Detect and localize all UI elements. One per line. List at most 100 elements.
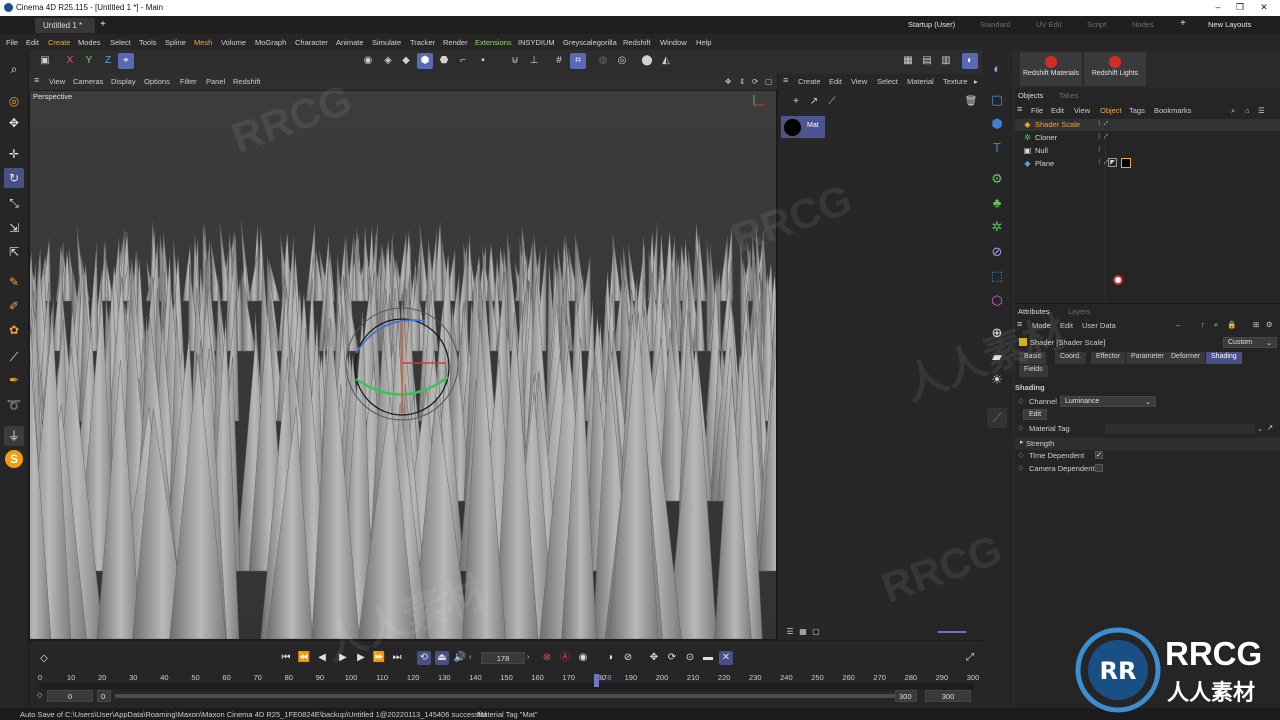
render-region-icon[interactable]: ◍ [595,53,611,69]
model-mode-icon[interactable]: ⬢ [417,53,433,69]
range-end-field[interactable]: 300 [895,690,917,702]
vp-rotate-icon[interactable]: ⟳ [752,77,758,86]
mat-menu-view[interactable]: View [851,77,867,86]
cube-icon[interactable]: ⬢ [987,114,1007,134]
range-start-diamond-icon[interactable]: ◇ [37,691,42,699]
autokey-icon[interactable]: Ⓐ [558,651,572,665]
layout-startup[interactable]: Startup (User) [908,20,955,29]
chevron-down-icon[interactable]: ⌄ [1257,424,1263,433]
text-icon[interactable]: T [987,138,1007,158]
channel-dropdown[interactable]: Luminance ⌄ [1060,396,1156,407]
redshift-rv-icon[interactable]: ◐ [962,53,978,69]
menu-modes[interactable]: Modes [78,38,101,47]
mat-menu-select[interactable]: Select [877,77,898,86]
menu-help[interactable]: Help [696,38,711,47]
workplane-icon[interactable]: ⊥ [526,53,542,69]
floor-icon[interactable]: ⏚ [4,426,24,446]
subtab-deformer[interactable]: Deformer [1166,352,1206,364]
range-start-field-2[interactable]: 0 [97,690,111,702]
spline-icon[interactable]: ▢ [987,90,1007,110]
layout-uv-edit[interactable]: UV Edit [1036,20,1061,29]
environment-icon[interactable]: ⊕ [987,323,1007,343]
y-axis-lock-button[interactable]: Y [81,53,97,69]
mat-menu-create[interactable]: Create [798,77,821,86]
tab-takes[interactable]: Takes [1059,91,1079,100]
x-axis-lock-button[interactable]: X [62,53,78,69]
attr-hamburger-icon[interactable]: ≡ [1017,319,1022,329]
greyscalegorilla-icon[interactable]: S [4,449,24,469]
next-frame-icon[interactable]: ▶ [354,651,368,665]
attr-menu-user-data[interactable]: User Data [1082,321,1116,330]
attr-menu-edit[interactable]: Edit [1060,321,1073,330]
sound-icon[interactable]: 🔊 [453,651,467,665]
playback-range-icon[interactable]: ⏏ [435,651,449,665]
eyedropper-icon[interactable]: ⟋ [824,94,840,110]
polygons-mode-icon[interactable]: ◆ [398,53,414,69]
om-hamburger-icon[interactable]: ≡ [1017,104,1022,114]
om-search-icon[interactable]: ⌕ [1231,106,1235,116]
keyframe-selection-icon[interactable]: ◉ [576,651,590,665]
render-all-icon[interactable]: ▥ [938,53,954,69]
cloth-icon[interactable]: ✿ [4,320,24,340]
menu-window[interactable]: Window [660,38,687,47]
cloner-icon[interactable]: ♣ [987,193,1007,213]
tab-untitled-1[interactable]: Untitled 1 * [35,18,95,33]
previous-frame-icon[interactable]: ◀ [315,651,329,665]
scale-icon[interactable]: ⤡ [4,193,24,213]
points-mode-icon[interactable]: ◉ [360,53,376,69]
record-icon[interactable]: ⊗ [540,651,554,665]
mograph-icon[interactable]: ⬡ [987,291,1007,311]
visibility-dots-icon[interactable]: ⁝ ✓ [1098,119,1109,128]
subtab-parameter[interactable]: Parameter [1126,352,1169,364]
next-key-icon[interactable]: ⏩ [372,651,386,665]
edges-mode-icon[interactable]: ◈ [380,53,396,69]
redshift-camera-icon[interactable]: ◐ [987,59,1007,79]
menu-spline[interactable]: Spline [165,38,186,47]
render-picture-viewer-icon[interactable]: ◭ [658,53,674,69]
vp-maximize-icon[interactable]: ▢ [765,77,772,86]
go-to-end-icon[interactable]: ⏭ [390,651,404,665]
redshift-materials-button[interactable]: Redshift Materials [1020,52,1082,86]
menu-character[interactable]: Character [295,38,328,47]
previous-key-icon[interactable]: ⏪ [297,651,311,665]
vp-menu-redshift[interactable]: Redshift [233,77,261,86]
render-settings-icon[interactable]: ⬤ [639,53,655,69]
vp-menu-panel[interactable]: Panel [206,77,225,86]
swatch-size-slider[interactable] [938,631,966,633]
perspective-viewport[interactable]: Perspective [29,90,777,640]
snap-grid-icon[interactable]: # [551,53,567,69]
frame-right-arrow-icon[interactable]: › [527,654,529,661]
add-material-icon[interactable]: + [788,94,804,110]
trash-icon[interactable]: 🗑 [963,94,979,110]
om-menu-view[interactable]: View [1074,106,1090,115]
mat-menu-edit[interactable]: Edit [829,77,842,86]
texture-mode-icon[interactable]: ⬣ [436,53,452,69]
timeline-expand-icon[interactable]: ⤢ [963,651,977,665]
vp-menu-view[interactable]: View [49,77,65,86]
mat-menu-more-icon[interactable]: ▸ [974,77,978,86]
edit-button[interactable]: Edit [1023,409,1047,420]
search-icon[interactable]: ⌕ [1214,320,1218,330]
key-pla-icon[interactable]: ✕ [719,651,733,665]
new-window-icon[interactable]: ⊞ [1253,320,1259,329]
lasso-icon[interactable]: ➰ [4,395,24,415]
redshift-lights-button[interactable]: Redshift Lights [1084,52,1146,86]
expand-arrow-icon[interactable]: ▸ [1020,438,1024,446]
menu-tools[interactable]: Tools [139,38,157,47]
new-layouts-dropdown[interactable]: New Layouts [1208,20,1251,29]
mat-menu-texture[interactable]: Texture [943,77,968,86]
close-icon[interactable]: ✕ [1254,2,1274,14]
layout-standard[interactable]: Standard [980,20,1010,29]
vp-menu-cameras[interactable]: Cameras [73,77,103,86]
menu-mesh[interactable]: Mesh [194,38,212,47]
go-to-start-icon[interactable]: ⏮ [279,651,293,665]
vp-zoom-icon[interactable]: ⇕ [739,77,745,86]
menu-extensions[interactable]: Extensions [475,38,512,47]
minimize-icon[interactable]: – [1208,2,1228,14]
frame-left-arrow-icon[interactable]: ‹ [469,654,471,661]
solo-icon[interactable]: ▪ [475,53,491,69]
up-arrow-icon[interactable]: ↑ [1201,320,1205,329]
back-arrow-icon[interactable]: ← [1175,320,1183,329]
move-icon[interactable]: ✛ [4,144,24,164]
field-icon[interactable]: ⬚ [987,266,1007,286]
